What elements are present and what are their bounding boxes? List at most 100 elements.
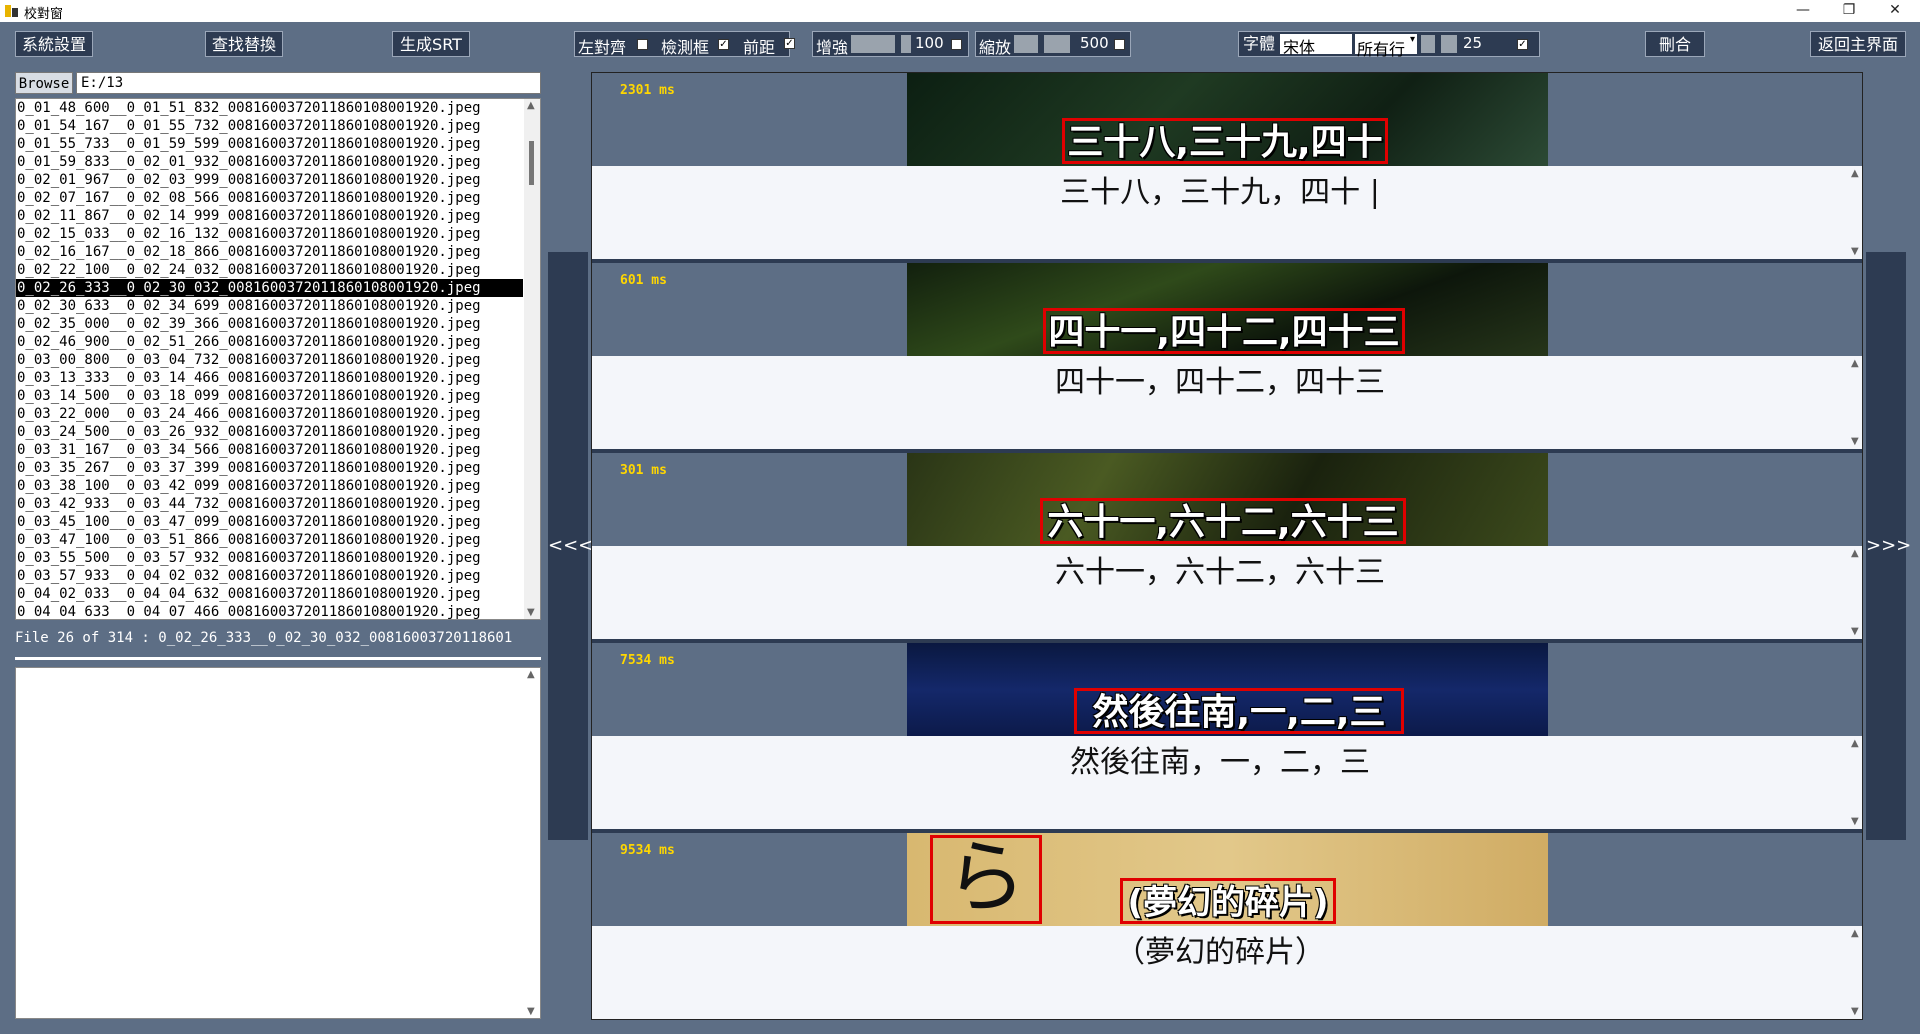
file-list-item[interactable]: 0_03_13_333__0_03_14_466_008160037201186… [16, 369, 523, 387]
file-list-item[interactable]: 0_04_04_633__0_04_07_466_008160037201186… [16, 603, 523, 619]
text-scrollbar[interactable]: ▲ ▼ [1848, 166, 1862, 259]
scroll-up-icon[interactable]: ▲ [1851, 928, 1859, 939]
file-list-item[interactable]: 0_03_45_100__0_03_47_099_008160037201186… [16, 513, 523, 531]
delete-merge-button[interactable]: 刪合 [1645, 31, 1705, 57]
enhance-checkbox[interactable] [951, 39, 962, 50]
detect-box-checkbox[interactable]: ✓ [718, 39, 729, 50]
file-list-item[interactable]: 0_02_35_000__0_02_39_366_008160037201186… [16, 315, 523, 333]
next-page-button[interactable]: >>> [1866, 252, 1911, 840]
scroll-thumb[interactable] [529, 141, 534, 185]
subtitle-text-field[interactable]: 四十一，四十二，四十三 ▲ ▼ [592, 356, 1862, 449]
scroll-up-icon[interactable]: ▲ [527, 669, 535, 680]
scroll-down-icon[interactable]: ▼ [1851, 816, 1859, 827]
scroll-down-icon[interactable]: ▼ [1851, 626, 1859, 637]
scroll-down-icon[interactable]: ▼ [1851, 436, 1859, 447]
subtitle-text[interactable]: 然後往南，一，二，三 [592, 737, 1848, 781]
text-scrollbar[interactable]: ▲ ▼ [1848, 356, 1862, 449]
settings-button[interactable]: 系統設置 [15, 31, 93, 57]
subtitle-text[interactable]: 六十一，六十二，六十三 [592, 547, 1848, 591]
back-main-button[interactable]: 返回主界面 [1810, 31, 1906, 57]
file-list-item[interactable]: 0_02_07_167__0_02_08_566_008160037201186… [16, 189, 523, 207]
zoom-slider[interactable] [1014, 35, 1070, 53]
file-list-item[interactable]: 0_03_47_100__0_03_51_866_008160037201186… [16, 531, 523, 549]
enhance-slider-thumb[interactable] [895, 35, 901, 53]
scroll-up-icon[interactable]: ▲ [1851, 358, 1859, 369]
file-list-item[interactable]: 0_02_46_900__0_02_51_266_008160037201186… [16, 333, 523, 351]
path-input[interactable]: E:/13 [76, 72, 541, 94]
enhance-slider[interactable] [851, 35, 911, 53]
left-align-checkbox[interactable] [637, 39, 648, 50]
file-list-item[interactable]: 0_02_01_967__0_02_03_999_008160037201186… [16, 171, 523, 189]
file-list-item[interactable]: 0_03_24_500__0_03_26_932_008160037201186… [16, 423, 523, 441]
prev-page-button[interactable]: <<< [548, 252, 593, 840]
generate-srt-button[interactable]: 生成SRT [392, 31, 470, 57]
detect-box[interactable]: 三十八,三十九,四十 [1062, 118, 1388, 164]
subtitle-text-field[interactable]: 三十八，三十九，四十 | ▲ ▼ [592, 166, 1862, 259]
size-slider-thumb[interactable] [1435, 35, 1441, 53]
subtitle-text[interactable]: （夢幻的碎片） [592, 927, 1848, 971]
zoom-slider-thumb[interactable] [1038, 35, 1044, 53]
file-list-item[interactable]: 0_03_42_933__0_03_44_732_008160037201186… [16, 495, 523, 513]
browse-button[interactable]: Browse [15, 72, 73, 94]
font-select[interactable]: 宋体 [1280, 34, 1352, 57]
file-list-item[interactable]: 0_03_22_000__0_03_24_466_008160037201186… [16, 405, 523, 423]
file-list-item[interactable]: 0_03_57_933__0_04_02_032_008160037201186… [16, 567, 523, 585]
font-button[interactable]: 字體 [1239, 32, 1279, 56]
file-list-item[interactable]: 0_03_38_100__0_03_42_099_008160037201186… [16, 477, 523, 495]
subtitle-card: 2301 ms 三十八,三十九,四十 三十八，三十九，四十 | ▲ ▼ [592, 73, 1862, 263]
lines-select[interactable]: 所有行 ▾ [1355, 34, 1417, 59]
scroll-up-icon[interactable]: ▲ [1851, 168, 1859, 179]
subtitle-text-field[interactable]: （夢幻的碎片） ▲ ▼ [592, 926, 1862, 1019]
file-list-item[interactable]: 0_03_31_167__0_03_34_566_008160037201186… [16, 441, 523, 459]
detect-box[interactable]: (夢幻的碎片) [1120, 878, 1336, 924]
notes-scrollbar[interactable]: ▲ ▼ [524, 668, 540, 1018]
detect-box[interactable]: 四十一,四十二,四十三 [1043, 308, 1405, 354]
dropdown-arrow-icon[interactable]: ▾ [1410, 34, 1415, 45]
file-list[interactable]: 0_01_48_600__0_01_51_832_008160037201186… [15, 98, 541, 620]
front-distance-checkbox[interactable]: ✓ [784, 38, 795, 49]
file-list-item[interactable]: 0_02_30_633__0_02_34_699_008160037201186… [16, 297, 523, 315]
detect-box[interactable]: ら [930, 835, 1042, 924]
file-list-item[interactable]: 0_01_59_833__0_02_01_932_008160037201186… [16, 153, 523, 171]
scroll-down-icon[interactable]: ▼ [527, 1006, 535, 1017]
text-scrollbar[interactable]: ▲ ▼ [1848, 546, 1862, 639]
scroll-down-icon[interactable]: ▼ [527, 607, 535, 618]
size-slider[interactable] [1421, 35, 1457, 53]
close-icon[interactable]: ✕ [1872, 0, 1918, 22]
scroll-down-icon[interactable]: ▼ [1851, 246, 1859, 257]
detect-box[interactable]: 六十一,六十二,六十三 [1040, 498, 1406, 544]
size-checkbox[interactable]: ✓ [1517, 39, 1528, 50]
scroll-up-icon[interactable]: ▲ [1851, 548, 1859, 559]
text-scrollbar[interactable]: ▲ ▼ [1848, 736, 1862, 829]
scroll-down-icon[interactable]: ▼ [1851, 1006, 1859, 1017]
file-list-scrollbar[interactable]: ▲ ▼ [524, 99, 540, 619]
file-list-item[interactable]: 0_04_02_033__0_04_04_632_008160037201186… [16, 585, 523, 603]
detect-box[interactable]: 然後往南,一,二,三 [1074, 688, 1404, 734]
file-list-item[interactable]: 0_02_22_100__0_02_24_032_008160037201186… [16, 261, 523, 279]
subtitle-text[interactable]: 四十一，四十二，四十三 [592, 357, 1848, 401]
file-list-item[interactable]: 0_01_48_600__0_01_51_832_008160037201186… [16, 99, 523, 117]
file-list-item[interactable]: 0_01_55_733__0_01_59_599_008160037201186… [16, 135, 523, 153]
file-list-item[interactable]: 0_03_14_500__0_03_18_099_008160037201186… [16, 387, 523, 405]
file-list-item[interactable]: 0_02_26_333__0_02_30_032_008160037201186… [16, 279, 523, 297]
subtitle-text[interactable]: 三十八，三十九，四十 | [592, 167, 1848, 211]
file-list-item[interactable]: 0_01_54_167__0_01_55_732_008160037201186… [16, 117, 523, 135]
detect-box-label: 檢測框 [661, 38, 710, 57]
scroll-up-icon[interactable]: ▲ [527, 100, 535, 111]
subtitle-text-field[interactable]: 然後往南，一，二，三 ▲ ▼ [592, 736, 1862, 829]
find-replace-button[interactable]: 查找替換 [205, 31, 283, 57]
zoom-checkbox[interactable] [1114, 39, 1125, 50]
restore-icon[interactable]: ❐ [1826, 0, 1872, 22]
file-list-item[interactable]: 0_02_15_033__0_02_16_132_008160037201186… [16, 225, 523, 243]
file-list-item[interactable]: 0_03_55_500__0_03_57_932_008160037201186… [16, 549, 523, 567]
file-list-item[interactable]: 0_03_00_800__0_03_04_732_008160037201186… [16, 351, 523, 369]
subtitle-text-field[interactable]: 六十一，六十二，六十三 ▲ ▼ [592, 546, 1862, 639]
minimize-icon[interactable]: — [1780, 0, 1826, 22]
file-list-item[interactable]: 0_03_35_267__0_03_37_399_008160037201186… [16, 459, 523, 477]
notes-textarea[interactable]: ▲ ▼ [15, 667, 541, 1019]
frame-image: 三十八,三十九,四十 [907, 73, 1548, 166]
file-list-item[interactable]: 0_02_16_167__0_02_18_866_008160037201186… [16, 243, 523, 261]
text-scrollbar[interactable]: ▲ ▼ [1848, 926, 1862, 1019]
file-list-item[interactable]: 0_02_11_867__0_02_14_999_008160037201186… [16, 207, 523, 225]
scroll-up-icon[interactable]: ▲ [1851, 738, 1859, 749]
